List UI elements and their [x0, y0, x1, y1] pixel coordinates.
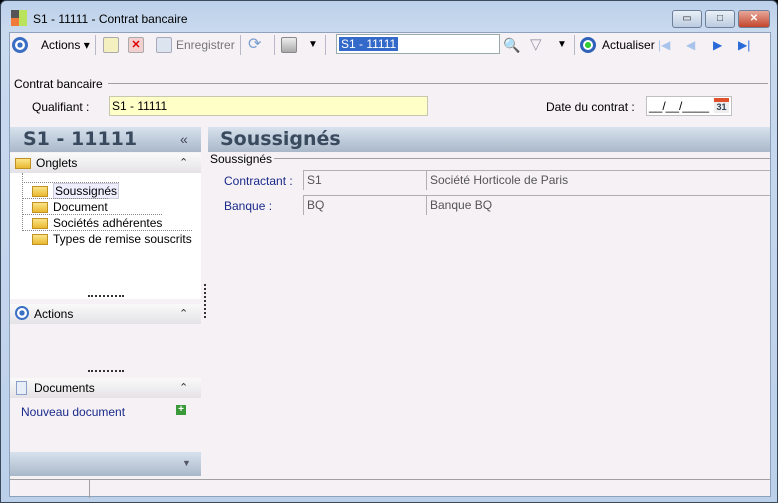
window-title: S1 - 11111 - Contrat bancaire: [33, 12, 188, 26]
main-title: Soussignés: [220, 128, 341, 150]
next-record-icon[interactable]: ▶: [713, 35, 722, 55]
actions-title: Actions: [34, 307, 74, 321]
tabs-tree: Soussignés Document Sociétés adhérentes …: [10, 173, 201, 299]
document-icon: [16, 381, 27, 395]
divider: [325, 35, 326, 55]
new-document-link[interactable]: Nouveau document: [21, 405, 125, 419]
window: S1 - 11111 - Contrat bancaire ▭ □ ✕ Acti…: [0, 0, 778, 503]
tab-label: Types de remise souscrits: [53, 232, 192, 246]
folder-icon: [32, 234, 48, 246]
tab-document[interactable]: Document: [22, 198, 108, 214]
filter-dropdown-icon[interactable]: ▼: [557, 35, 567, 55]
open-folder-icon: [32, 186, 48, 198]
last-record-icon[interactable]: ▶|: [738, 35, 750, 55]
collapse-chevron-icon[interactable]: ⌃: [179, 304, 188, 324]
search-value: S1 - 11111: [339, 37, 399, 51]
group-line: [108, 83, 768, 84]
qualifiant-label: Qualifiant :: [32, 100, 90, 114]
tab-label: Soussignés: [53, 183, 120, 199]
resize-handle[interactable]: [88, 370, 124, 372]
calendar-icon[interactable]: 31: [714, 98, 729, 113]
tab-label: Sociétés adhérentes: [53, 216, 163, 230]
sidebar-footer: ▼: [10, 452, 201, 476]
banque-code-field[interactable]: BQ: [303, 195, 426, 215]
print-icon[interactable]: [281, 37, 297, 53]
search-icon[interactable]: 🔍: [503, 37, 520, 53]
collapse-chevron-icon[interactable]: ⌃: [179, 153, 188, 173]
banque-label: Banque :: [224, 199, 273, 213]
actions-label: Actions: [41, 38, 81, 52]
folder-icon: [15, 158, 31, 170]
banque-name-field[interactable]: Banque BQ: [426, 195, 770, 215]
close-button[interactable]: ✕: [738, 10, 770, 28]
actions-icon: [15, 306, 29, 320]
tab-societes-adherentes[interactable]: Sociétés adhérentes: [22, 214, 163, 230]
tab-types-de-remise[interactable]: Types de remise souscrits: [22, 230, 192, 246]
contractant-code-field[interactable]: S1: [303, 170, 426, 190]
folder-icon: [32, 218, 48, 230]
group-title: Contrat bancaire: [14, 77, 103, 91]
actions-icon[interactable]: [12, 37, 28, 53]
splitter-handle[interactable]: [204, 284, 206, 318]
divider: [574, 35, 575, 55]
onglets-header[interactable]: Onglets ⌃: [10, 153, 201, 173]
actions-menu[interactable]: Actions ▾: [41, 35, 90, 55]
divider: [274, 35, 275, 55]
main-header: Soussignés: [208, 127, 770, 152]
save-button[interactable]: Enregistrer: [176, 35, 235, 55]
qualifiant-input[interactable]: S1 - 11111: [109, 96, 428, 116]
documents-header[interactable]: Documents ⌃: [10, 378, 201, 398]
tab-label: Document: [53, 200, 108, 214]
onglets-title: Onglets: [36, 156, 78, 170]
refresh-button[interactable]: Actualiser: [602, 35, 655, 55]
minimize-button[interactable]: ▭: [672, 10, 702, 28]
documents-title: Documents: [34, 381, 95, 395]
save-icon: [156, 37, 172, 53]
refresh-icon: [580, 37, 596, 53]
sync-icon[interactable]: ⟳: [248, 37, 264, 53]
sidebar-header: S1 - 11111 «: [10, 127, 201, 152]
divider: [240, 35, 241, 55]
date-value: __/__/____: [649, 99, 710, 113]
collapse-chevron-icon[interactable]: ⌃: [179, 378, 188, 398]
folder-icon: [32, 202, 48, 214]
divider: [95, 35, 96, 55]
sidebar-title: S1 - 11111: [23, 128, 138, 150]
client-area: Actions ▾ ✕ Enregistrer ⟳ ▼ S1 - 11111 🔍…: [9, 32, 771, 498]
filter-icon[interactable]: ▽: [530, 37, 546, 53]
first-record-icon[interactable]: |◀: [658, 35, 670, 55]
contractant-label: Contractant :: [224, 174, 293, 188]
status-divider: [89, 480, 90, 498]
previous-record-icon[interactable]: ◀: [686, 35, 695, 55]
actions-header[interactable]: Actions ⌃: [10, 304, 201, 324]
dropdown-icon[interactable]: ▼: [182, 458, 191, 468]
status-bar: [10, 479, 770, 498]
resize-handle[interactable]: [88, 295, 124, 297]
section-line: [274, 158, 770, 159]
add-icon[interactable]: +: [176, 405, 186, 415]
print-dropdown-icon[interactable]: ▼: [308, 35, 318, 55]
app-icon: [11, 10, 27, 26]
search-input[interactable]: S1 - 11111: [336, 34, 500, 54]
section-title: Soussignés: [210, 152, 273, 166]
maximize-button[interactable]: □: [705, 10, 735, 28]
delete-icon[interactable]: ✕: [128, 37, 144, 53]
new-icon[interactable]: [103, 37, 119, 53]
contractant-name-field[interactable]: Société Horticole de Paris: [426, 170, 770, 190]
tab-soussignes[interactable]: Soussignés: [22, 182, 120, 199]
collapse-sidebar-button[interactable]: «: [180, 131, 188, 147]
date-label: Date du contrat :: [546, 100, 635, 114]
